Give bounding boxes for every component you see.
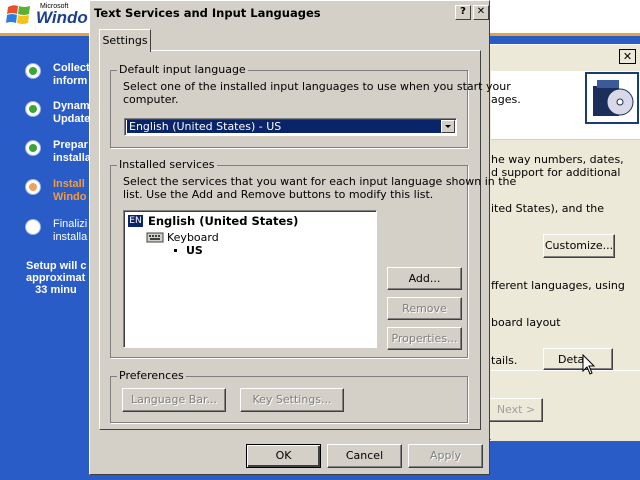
step-complete-icon: [26, 64, 40, 78]
regional-title-bar: [477, 45, 640, 67]
remove-button[interactable]: Remove: [387, 297, 462, 320]
group-legend: Installed services: [117, 158, 217, 171]
group-legend: Default input language: [117, 63, 248, 76]
language-bar-button[interactable]: Language Bar...: [122, 388, 226, 412]
regional-text: tails.: [491, 354, 518, 367]
regional-text: fferent languages, using: [491, 279, 625, 292]
windows-logo-icon: [6, 5, 30, 24]
customize-button[interactable]: Customize...: [543, 234, 615, 258]
dialog-title-bar: Text Services and Input Languages ? ✕: [92, 3, 489, 22]
cancel-button[interactable]: Cancel: [327, 444, 402, 468]
cursor-icon: [582, 354, 595, 375]
default-language-select[interactable]: English (United States) - US: [124, 118, 457, 136]
installed-services-tree[interactable]: EN English (United States) Keyboard US: [123, 210, 377, 348]
tab-label: Settings: [102, 34, 148, 47]
tab-settings[interactable]: Settings: [99, 29, 151, 52]
text-services-dialog: Text Services and Input Languages ? ✕ Se…: [89, 0, 516, 475]
step-current-icon: [26, 180, 40, 194]
step-label: Dynam Update: [53, 100, 91, 125]
default-input-language-group: Default input language Select one of the…: [110, 63, 511, 148]
close-icon[interactable]: ✕: [619, 49, 636, 64]
step-label: Install Windo: [53, 178, 87, 203]
details-button[interactable]: Deta: [543, 348, 613, 370]
step-label: Collect inform: [53, 62, 90, 87]
default-language-description: Select one of the installed input langua…: [123, 80, 511, 106]
selected-language: English (United States) - US: [127, 120, 442, 133]
dialog-title: Text Services and Input Languages: [94, 6, 321, 20]
apply-button[interactable]: Apply: [408, 444, 483, 468]
tree-item-us-layout[interactable]: US: [184, 244, 205, 257]
step-pending-icon: [26, 220, 40, 234]
bullet-icon: [174, 249, 177, 252]
key-settings-button[interactable]: Key Settings...: [240, 388, 344, 412]
properties-button[interactable]: Properties...: [387, 327, 462, 350]
step-label: Prepar installa: [53, 139, 91, 164]
close-icon[interactable]: ✕: [473, 5, 489, 20]
tree-item-language[interactable]: English (United States): [148, 214, 298, 228]
add-button[interactable]: Add...: [387, 267, 462, 290]
step-complete-icon: [26, 102, 40, 116]
help-icon[interactable]: ?: [455, 5, 471, 20]
step-complete-icon: [26, 141, 40, 155]
setup-time-remaining: Setup will c approximat 33 minu: [26, 260, 87, 296]
regional-text: ited States), and the: [491, 202, 604, 215]
chevron-down-icon[interactable]: [441, 120, 455, 133]
language-badge-icon: EN: [128, 215, 143, 227]
regional-text: board layout: [491, 316, 561, 329]
installed-services-description: Select the services that you want for ea…: [123, 175, 517, 201]
tree-item-keyboard[interactable]: Keyboard: [167, 231, 219, 244]
step-label: Finalizi installa: [53, 218, 88, 243]
keyboard-icon: [146, 232, 164, 243]
next-button[interactable]: Next >: [489, 398, 543, 422]
ok-button[interactable]: OK: [246, 444, 321, 468]
group-legend: Preferences: [117, 369, 186, 382]
logo-windows-text: Windo: [36, 8, 88, 27]
cd-box-icon: [585, 72, 639, 124]
